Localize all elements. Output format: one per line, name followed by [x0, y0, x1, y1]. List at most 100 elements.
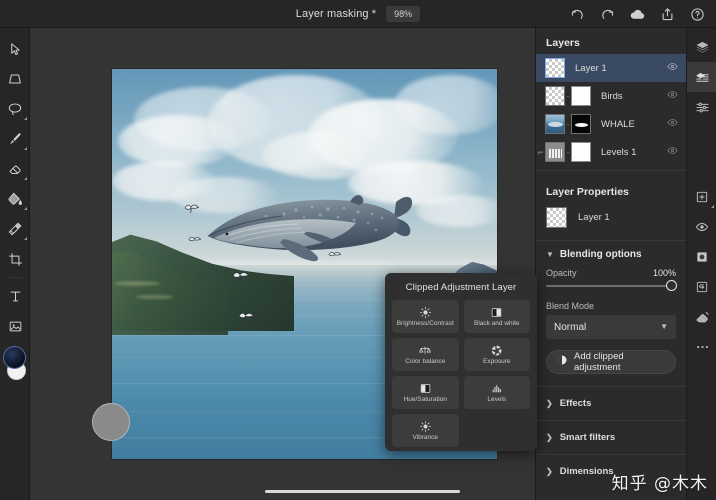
layer-properties-row[interactable]: Layer 1: [536, 203, 686, 236]
adjustment-hue-saturation[interactable]: Hue/Saturation: [392, 376, 459, 409]
layers-icon[interactable]: [687, 32, 716, 62]
zoom-level-badge[interactable]: 98%: [386, 6, 420, 22]
layer-thumbnail[interactable]: [545, 58, 565, 78]
layer-mask-thumbnail[interactable]: [571, 142, 591, 162]
adjustment-black-and-white[interactable]: Black and white: [464, 300, 531, 333]
eraser-submenu-indicator-icon: [24, 177, 27, 180]
lasso-select-tool[interactable]: [0, 94, 30, 124]
layer-visibility-icon[interactable]: [667, 143, 678, 161]
layer-name: Layer 1: [565, 63, 667, 74]
bird-5: [238, 309, 255, 327]
adjustment-levels[interactable]: Levels: [464, 376, 531, 409]
layers-panel-title: Layers: [536, 28, 686, 54]
top-bar-actions: [562, 0, 712, 28]
adjustment-label: Black and white: [474, 321, 520, 328]
clone-submenu-indicator-icon: [24, 237, 27, 240]
home-indicator: [265, 490, 460, 494]
black-white-icon: [490, 306, 503, 319]
adjustments-icon[interactable]: [687, 92, 716, 122]
layer-visibility-icon[interactable]: [667, 87, 678, 105]
adjustment-color-balance[interactable]: Color balance: [392, 338, 459, 371]
brush-submenu-indicator-icon: [24, 147, 27, 150]
layer-thumbnail[interactable]: [545, 142, 565, 162]
brightness-icon: [419, 306, 432, 319]
opacity-row: Opacity 100%: [536, 266, 686, 278]
adjustment-label: Vibrance: [412, 435, 438, 442]
layer-row-levels-1[interactable]: ⌐ · Levels 1: [536, 138, 686, 166]
merge-icon[interactable]: [687, 272, 716, 302]
adjustment-grid: Brightness/Contrast Black and white: [392, 300, 530, 447]
visibility-icon[interactable]: [687, 212, 716, 242]
adjustment-brightness-contrast[interactable]: Brightness/Contrast: [392, 300, 459, 333]
layer-mask-thumbnail[interactable]: [571, 86, 591, 106]
more-options-icon[interactable]: [687, 332, 716, 362]
right-rail: [686, 28, 716, 500]
add-clipped-adjustment-label: Add clipped adjustment: [574, 351, 666, 373]
layer-row-whale[interactable]: · WHALE: [536, 110, 686, 138]
brush-size-preview[interactable]: [92, 403, 130, 441]
opacity-slider[interactable]: [536, 278, 686, 293]
layer-properties-thumbnail[interactable]: [546, 207, 567, 228]
help-icon[interactable]: [682, 0, 712, 28]
clipping-indicator-icon: ⌐: [538, 147, 543, 157]
place-image-tool[interactable]: [0, 311, 30, 341]
lasso-submenu-indicator-icon: [24, 117, 27, 120]
move-tool[interactable]: [0, 34, 30, 64]
fill-submenu-indicator-icon: [24, 207, 27, 210]
blending-options-header[interactable]: ▼ Blending options: [536, 241, 686, 266]
adjustment-label: Levels: [487, 397, 506, 404]
hue-saturation-icon: [419, 382, 432, 395]
undo-icon[interactable]: [562, 0, 592, 28]
cloud-icon[interactable]: [622, 0, 652, 28]
brush-tool[interactable]: [0, 124, 30, 154]
redo-icon[interactable]: [592, 0, 622, 28]
erase-icon[interactable]: [687, 302, 716, 332]
foreground-color-swatch[interactable]: [3, 346, 26, 369]
mask-icon[interactable]: [687, 242, 716, 272]
color-swatches[interactable]: [3, 346, 27, 386]
layer-stack-icon[interactable]: [687, 62, 716, 92]
bird-1: [184, 201, 200, 219]
half-circle-icon: [556, 353, 568, 371]
layer-visibility-icon[interactable]: [667, 115, 678, 133]
adjustment-label: Brightness/Contrast: [397, 321, 454, 328]
adjustment-exposure[interactable]: Exposure: [464, 338, 531, 371]
text-tool[interactable]: [0, 281, 30, 311]
share-icon[interactable]: [652, 0, 682, 28]
top-bar: Layer masking * 98%: [0, 0, 716, 28]
layer-visibility-icon[interactable]: [667, 59, 678, 77]
chevron-down-icon: ▼: [660, 323, 668, 331]
section-smart-filters[interactable]: ❯ Smart filters: [536, 420, 686, 454]
clipped-adjustment-popup[interactable]: Clipped Adjustment Layer Brightness/Cont…: [385, 273, 537, 451]
cloud-shape: [394, 75, 497, 135]
section-effects[interactable]: ❯ Effects: [536, 386, 686, 420]
layer-thumbnail[interactable]: [545, 86, 565, 106]
opacity-slider-track[interactable]: [546, 285, 676, 287]
photo-editor-app: Layer masking * 98%: [0, 0, 716, 500]
whale-subject[interactable]: [200, 184, 414, 266]
layer-thumbnail[interactable]: [545, 114, 565, 134]
layer-row-birds[interactable]: · Birds: [536, 82, 686, 110]
chevron-down-icon: ▼: [546, 251, 554, 259]
exposure-icon: [490, 344, 503, 357]
layer-properties-title: Layer Properties: [536, 177, 686, 203]
layer-mask-thumbnail[interactable]: [571, 114, 591, 134]
add-layer-submenu-indicator-icon: [711, 205, 714, 208]
adjustment-vibrance[interactable]: Vibrance: [392, 414, 459, 447]
add-layer-icon[interactable]: [687, 182, 716, 212]
clone-stamp-tool[interactable]: [0, 214, 30, 244]
color-balance-icon: [418, 344, 432, 357]
adjustment-label: Exposure: [483, 359, 510, 366]
blend-mode-select[interactable]: Normal ▼: [546, 315, 676, 339]
eraser-tool[interactable]: [0, 154, 30, 184]
layer-properties-name: Layer 1: [567, 212, 610, 223]
layer-row-layer-1[interactable]: Layer 1: [536, 54, 686, 82]
opacity-slider-knob[interactable]: [666, 280, 677, 291]
chevron-right-icon: ❯: [546, 400, 553, 408]
chevron-right-icon: ❯: [546, 434, 553, 442]
add-clipped-adjustment-button[interactable]: Add clipped adjustment: [546, 350, 676, 374]
toolbar-divider: [6, 277, 23, 278]
crop-tool[interactable]: [0, 244, 30, 274]
fill-tool[interactable]: [0, 184, 30, 214]
transform-tool[interactable]: [0, 64, 30, 94]
